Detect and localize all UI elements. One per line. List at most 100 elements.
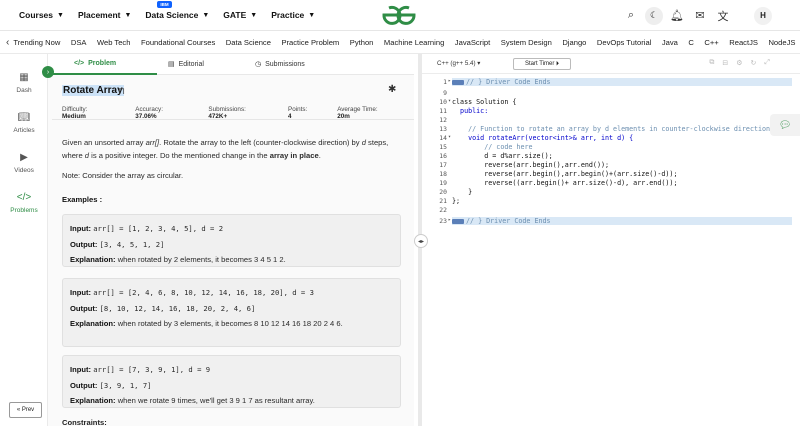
fold-arrow-icon[interactable]: ▸	[448, 78, 451, 84]
fold-arrow-icon[interactable]: ▾	[448, 98, 451, 104]
chevron-left-icon[interactable]: ‹	[6, 37, 9, 48]
line-number: 11	[439, 107, 447, 115]
example-label: Explanation:	[70, 396, 116, 405]
tab-submissions[interactable]: ◷ Submissions	[255, 60, 305, 69]
folded-code-icon[interactable]	[452, 79, 464, 85]
category-item[interactable]: Foundational Courses	[141, 38, 215, 47]
category-item[interactable]: Practice Problem	[281, 38, 339, 47]
line-number: 20	[439, 188, 447, 196]
translate-icon[interactable]: 文	[714, 7, 732, 25]
line-number: 13	[439, 125, 447, 133]
collapse-rail-button[interactable]: ›	[42, 66, 54, 78]
example-output: Output: [3, 4, 5, 1, 2]	[70, 237, 393, 253]
copy-icon[interactable]: ⧉	[709, 59, 714, 67]
category-item[interactable]: DevOps Tutorial	[597, 38, 651, 47]
gfg-logo[interactable]	[381, 4, 417, 26]
menu-data-science-label: Data Science	[145, 10, 199, 20]
stack-icon[interactable]: ⊟	[722, 59, 728, 67]
rail-item-dash[interactable]: ▦ Dash	[0, 72, 48, 94]
category-item[interactable]: ReactJS	[729, 38, 758, 47]
category-item[interactable]: DSA	[71, 38, 87, 47]
chevron-down-icon: ▼	[250, 11, 258, 19]
fullscreen-icon[interactable]: ⤢	[764, 59, 770, 67]
line-number: 16	[439, 152, 447, 160]
book-icon: 📖︎	[17, 112, 31, 123]
line-number: 15	[439, 143, 447, 151]
desc-text: Given an unsorted array	[62, 138, 146, 147]
menu-courses[interactable]: Courses ▼	[19, 10, 64, 20]
left-rail: › ▦ Dash 📖︎ Articles ▶ Videos </> Problems «…	[0, 54, 54, 426]
start-timer-button[interactable]: Start Timer ⏵	[513, 58, 571, 70]
example-output: Output: [8, 10, 12, 14, 16, 18, 20, 2, 4…	[70, 301, 393, 317]
category-item[interactable]: Trending Now	[13, 38, 60, 47]
meta-label: Average Time:	[337, 106, 378, 113]
folded-code-icon[interactable]	[452, 218, 464, 224]
rail-item-problems[interactable]: </> Problems	[0, 192, 48, 214]
accuracy-meta: Accuracy: 37.06%	[135, 106, 194, 120]
fold-arrow-icon[interactable]: ▸	[448, 217, 451, 223]
category-item[interactable]: Data Science	[226, 38, 271, 47]
category-item[interactable]: NodeJS	[768, 38, 795, 47]
code-text: public:	[452, 107, 489, 115]
menu-gate[interactable]: GATE ▼	[223, 10, 257, 20]
divider	[52, 119, 414, 120]
fold-arrow-icon[interactable]: ▾	[448, 134, 451, 140]
category-item[interactable]: Java	[662, 38, 678, 47]
category-item[interactable]: Web Tech	[97, 38, 131, 47]
code-line: // code here	[452, 143, 532, 151]
menu-data-science[interactable]: IBM Data Science ▼	[145, 1, 209, 20]
bell-icon[interactable]: 🔔︎	[668, 7, 686, 25]
category-item[interactable]: JavaScript	[455, 38, 490, 47]
category-item[interactable]: C++	[704, 38, 718, 47]
category-item[interactable]: Python	[350, 38, 374, 47]
rail-item-label: Videos	[14, 167, 34, 174]
line-number-gutter: 1 9 10 11 12 13 14 15 16 17 18 19 20 21 …	[422, 74, 451, 426]
code-line: };	[452, 197, 460, 205]
search-icon[interactable]: ⌕	[622, 7, 640, 25]
menu-practice[interactable]: Practice ▼	[271, 10, 315, 20]
meta-label: Accuracy:	[135, 106, 163, 113]
chat-icon[interactable]: 💬︎	[770, 114, 800, 136]
reset-icon[interactable]: ↻	[751, 59, 757, 67]
code-text: void rotateArr(vector<int>& arr, int d) …	[452, 134, 634, 142]
category-item[interactable]: System Design	[501, 38, 552, 47]
line-number: 23	[439, 217, 447, 225]
example-input: Input: arr[] = [2, 4, 6, 8, 10, 12, 14, …	[70, 285, 393, 301]
rail-item-articles[interactable]: 📖︎ Articles	[0, 112, 48, 134]
example-explanation: Explanation: when rotated by 3 elements,…	[70, 316, 393, 332]
video-icon: ▶	[20, 152, 28, 163]
tab-label: Submissions	[265, 60, 305, 68]
resize-handle-icon[interactable]: ◂▸	[414, 234, 428, 248]
rail-item-label: Articles	[13, 127, 35, 134]
example-block: Input: arr[] = [2, 4, 6, 8, 10, 12, 14, …	[62, 278, 401, 347]
code-text: };	[452, 197, 461, 205]
rail-item-videos[interactable]: ▶ Videos	[0, 152, 48, 174]
category-item[interactable]: C	[688, 38, 693, 47]
prev-button[interactable]: « Prev	[9, 402, 42, 418]
menu-practice-label: Practice	[271, 10, 305, 20]
menu-placement[interactable]: Placement ▼	[78, 10, 131, 20]
example-label: Explanation:	[70, 255, 116, 264]
code-text: }	[452, 188, 473, 196]
top-navbar: Courses ▼ Placement ▼ IBM Data Science ▼ GAT…	[0, 0, 800, 31]
moon-icon[interactable]: ☾	[645, 6, 663, 25]
category-item[interactable]: Machine Learning	[384, 38, 444, 47]
code-line: void rotateArr(vector<int>& arr, int d) …	[452, 134, 633, 142]
code-area[interactable]: // } Driver Code Ends class Solution { p…	[452, 74, 800, 426]
category-item[interactable]: Django	[562, 38, 586, 47]
example-input: Input: arr[] = [1, 2, 3, 4, 5], d = 2	[70, 221, 393, 237]
tab-editorial[interactable]: ▤ Editorial	[168, 60, 204, 69]
avatar[interactable]: H	[754, 6, 772, 25]
editor-actions: ⧉ ⊟ ⚙ ↻ ⤢	[701, 59, 770, 67]
bug-report-icon[interactable]: ✱	[388, 84, 396, 95]
example-value: [3, 9, 1, 7]	[99, 380, 152, 390]
language-select[interactable]: C++ (g++ 5.4) ▾	[437, 60, 480, 67]
tab-problem[interactable]: </> Problem	[74, 60, 116, 67]
main-menu: Courses ▼ Placement ▼ IBM Data Science ▼ GAT…	[19, 1, 329, 20]
settings-icon[interactable]: ⚙	[736, 59, 742, 67]
bookmark-icon[interactable]: ⊓	[118, 86, 125, 97]
example-value: arr[] = [7, 3, 9, 1], d = 9	[93, 365, 211, 374]
problem-meta: Difficulty: Medium Accuracy: 37.06% Subm…	[62, 106, 414, 120]
code-line: d = d%arr.size();	[452, 152, 552, 160]
message-icon[interactable]: ✉	[691, 7, 709, 25]
